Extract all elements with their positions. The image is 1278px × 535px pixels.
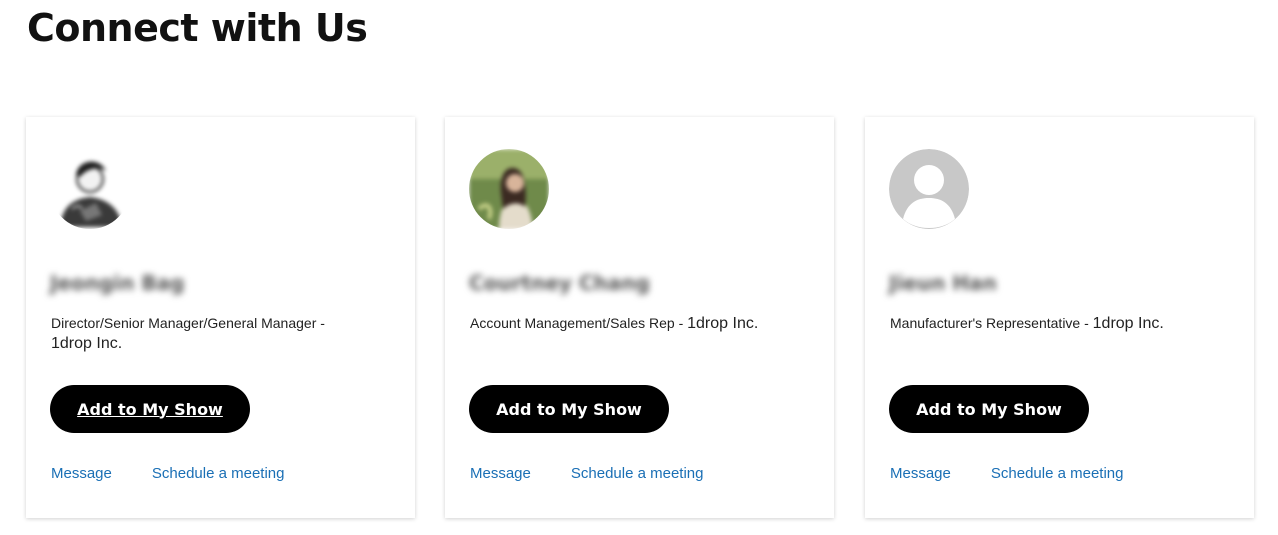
- message-link[interactable]: Message: [51, 465, 112, 482]
- contact-name: Jieun Han: [889, 271, 997, 295]
- add-to-my-show-label: Add to My Show: [496, 399, 642, 419]
- schedule-meeting-link[interactable]: Schedule a meeting: [571, 465, 704, 482]
- add-to-my-show-button[interactable]: Add to My Show: [50, 385, 250, 433]
- avatar: [469, 149, 549, 229]
- role-text: Account Management/Sales Rep -: [470, 315, 684, 331]
- role-text: Manufacturer's Representative -: [890, 315, 1089, 331]
- message-link[interactable]: Message: [470, 465, 531, 482]
- message-link[interactable]: Message: [890, 465, 951, 482]
- contact-actions: Message Schedule a meeting: [470, 465, 703, 482]
- contact-card: Jieun Han Manufacturer's Representative …: [865, 117, 1254, 518]
- contact-card: Courtney Chang Account Management/Sales …: [445, 117, 834, 518]
- contact-name: Courtney Chang: [469, 271, 650, 295]
- add-to-my-show-label: Add to My Show: [77, 399, 223, 419]
- schedule-meeting-link[interactable]: Schedule a meeting: [991, 465, 1124, 482]
- schedule-meeting-link[interactable]: Schedule a meeting: [152, 465, 285, 482]
- portrait-sketch-icon: [50, 149, 130, 229]
- add-to-my-show-button[interactable]: Add to My Show: [889, 385, 1089, 433]
- portrait-photo-icon: [469, 149, 549, 229]
- company-name: 1drop Inc.: [1092, 315, 1164, 332]
- role-text: Director/Senior Manager/General Manager …: [51, 315, 325, 331]
- company-name: 1drop Inc.: [51, 335, 123, 352]
- default-user-icon: [889, 149, 969, 229]
- contact-role: Account Management/Sales Rep - 1drop Inc…: [470, 313, 780, 334]
- avatar: [50, 149, 130, 229]
- contact-role: Manufacturer's Representative - 1drop In…: [890, 313, 1200, 334]
- company-name: 1drop Inc.: [687, 315, 759, 332]
- contact-actions: Message Schedule a meeting: [51, 465, 284, 482]
- page-title: Connect with Us: [27, 6, 368, 50]
- contact-actions: Message Schedule a meeting: [890, 465, 1123, 482]
- avatar: [889, 149, 969, 229]
- add-to-my-show-label: Add to My Show: [916, 399, 1062, 419]
- contact-card: Jeongin Bag Director/Senior Manager/Gene…: [26, 117, 415, 518]
- add-to-my-show-button[interactable]: Add to My Show: [469, 385, 669, 433]
- contact-role: Director/Senior Manager/General Manager …: [51, 313, 361, 354]
- contact-name: Jeongin Bag: [50, 271, 185, 295]
